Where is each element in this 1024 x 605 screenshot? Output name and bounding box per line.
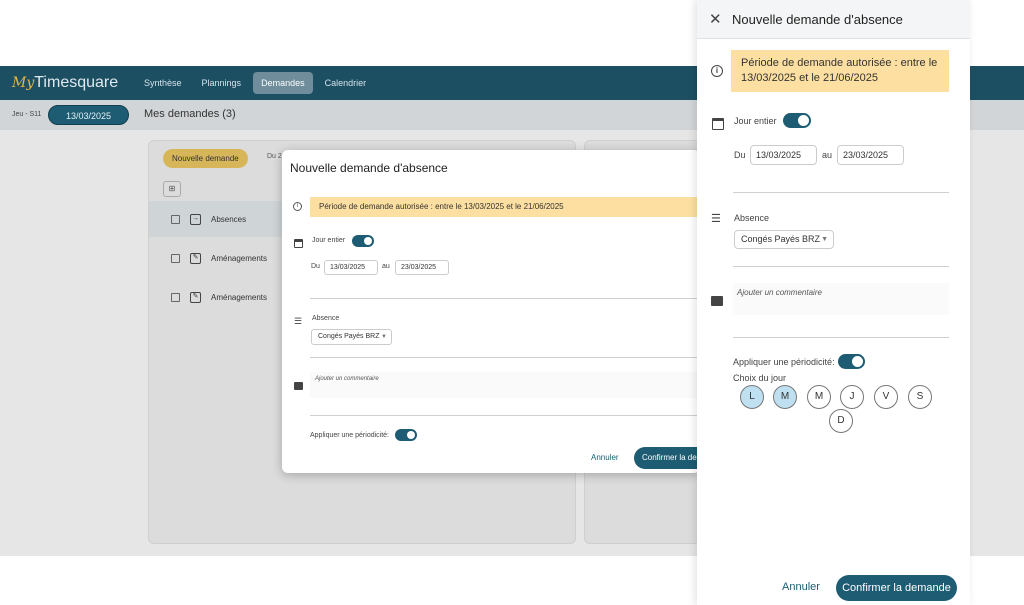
row-checkbox[interactable] — [171, 214, 180, 224]
chevron-down-icon: ▼ — [381, 334, 387, 340]
info-icon: i — [293, 202, 302, 211]
app-logo[interactable]: MyTimesquare — [12, 74, 118, 92]
from-label: Du — [311, 263, 320, 270]
current-date-pill[interactable]: 13/03/2025 — [48, 105, 129, 125]
comment-input[interactable]: Ajouter un commentaire — [733, 283, 949, 315]
comment-icon — [711, 296, 723, 306]
to-label: au — [382, 263, 390, 270]
day-saturday-button[interactable]: S — [908, 385, 932, 409]
period-info-banner: Période de demande autorisée : entre le … — [310, 197, 700, 217]
divider — [733, 192, 949, 193]
confirm-button[interactable]: Confirmer la demande — [836, 575, 957, 601]
day-sunday-button[interactable]: D — [829, 409, 853, 433]
list-item[interactable]: → Absences — [149, 201, 289, 237]
from-date-field[interactable]: 13/03/2025 — [324, 260, 378, 275]
close-icon[interactable]: ✕ — [709, 10, 722, 28]
tune-icon: ☰ — [711, 213, 721, 225]
from-date-field[interactable]: 13/03/2025 — [750, 145, 817, 165]
filter-date-label: Du 2 — [267, 153, 282, 160]
new-absence-drawer: ✕ Nouvelle demande d'absence i Période d… — [697, 0, 970, 605]
absence-type-select[interactable]: Congés Payés BRZ ▼ — [311, 329, 392, 345]
row-label: Absences — [211, 214, 247, 224]
cancel-button[interactable]: Annuler — [782, 581, 820, 593]
absence-label: Absence — [734, 213, 770, 223]
from-label: Du — [734, 150, 746, 160]
absence-type-value: Congés Payés BRZ — [741, 234, 821, 244]
drawer-header: ✕ Nouvelle demande d'absence — [697, 0, 970, 39]
divider — [310, 298, 700, 299]
info-icon: i — [711, 65, 723, 77]
periodicity-toggle[interactable] — [838, 354, 865, 369]
period-info-banner: Période de demande autorisée : entre le … — [731, 50, 949, 92]
divider — [733, 266, 949, 267]
row-checkbox[interactable] — [171, 292, 180, 302]
full-day-toggle[interactable] — [352, 235, 374, 247]
day-tuesday-button[interactable]: M — [773, 385, 797, 409]
periodicity-label: Appliquer une périodicité: — [310, 432, 389, 439]
periodicity-label: Appliquer une périodicité: — [733, 357, 835, 367]
day-thursday-button[interactable]: J — [840, 385, 864, 409]
row-label: Aménagements — [211, 253, 268, 263]
page-title: Mes demandes (3) — [144, 108, 236, 120]
full-day-label: Jour entier — [312, 237, 346, 244]
chevron-down-icon: ▼ — [821, 236, 828, 243]
tune-icon: ☰ — [294, 316, 303, 326]
day-choice-label: Choix du jour — [733, 373, 787, 383]
day-wednesday-button[interactable]: M — [807, 385, 831, 409]
list-item[interactable]: ✎ Aménagements — [149, 240, 289, 276]
main-nav: Synthèse Plannings Demandes Calendrier — [136, 72, 374, 94]
to-label: au — [822, 150, 833, 160]
row-label: Aménagements — [211, 292, 268, 302]
full-day-label: Jour entier — [734, 116, 777, 126]
row-checkbox[interactable] — [171, 253, 180, 263]
new-absence-modal: Nouvelle demande d'absence i Période de … — [282, 150, 700, 473]
confirm-button[interactable]: Confirmer la demande — [634, 447, 700, 469]
day-friday-button[interactable]: V — [874, 385, 898, 409]
divider — [310, 415, 700, 416]
week-label: Jeu - S11 — [12, 111, 42, 118]
calendar-icon — [712, 118, 724, 130]
exit-icon: → — [190, 213, 201, 225]
absence-type-value: Congés Payés BRZ — [318, 333, 380, 340]
to-date-field[interactable]: 23/03/2025 — [395, 260, 449, 275]
periodicity-toggle[interactable] — [395, 429, 417, 441]
modal-title: Nouvelle demande d'absence — [290, 161, 448, 175]
nav-demandes[interactable]: Demandes — [253, 72, 313, 94]
nav-synthese[interactable]: Synthèse — [136, 72, 190, 94]
full-day-toggle[interactable] — [783, 113, 811, 128]
new-request-button[interactable]: Nouvelle demande — [163, 149, 248, 168]
cancel-button[interactable]: Annuler — [591, 453, 619, 462]
day-monday-button[interactable]: L — [740, 385, 764, 409]
comment-input[interactable]: Ajouter un commentaire — [310, 372, 700, 398]
to-date-field[interactable]: 23/03/2025 — [837, 145, 904, 165]
divider — [733, 337, 949, 338]
absence-type-select[interactable]: Congés Payés BRZ ▼ — [734, 230, 834, 249]
absence-label: Absence — [312, 315, 340, 322]
calendar-icon — [294, 239, 303, 248]
edit-calendar-icon: ✎ — [190, 252, 201, 264]
grid-view-icon[interactable]: ⊞ — [163, 181, 181, 197]
list-item[interactable]: ✎ Aménagements — [149, 279, 289, 315]
edit-calendar-icon: ✎ — [190, 291, 201, 303]
comment-icon — [294, 382, 303, 390]
drawer-title: Nouvelle demande d'absence — [732, 12, 903, 27]
nav-calendrier[interactable]: Calendrier — [317, 72, 375, 94]
divider — [310, 357, 700, 358]
nav-plannings[interactable]: Plannings — [194, 72, 250, 94]
